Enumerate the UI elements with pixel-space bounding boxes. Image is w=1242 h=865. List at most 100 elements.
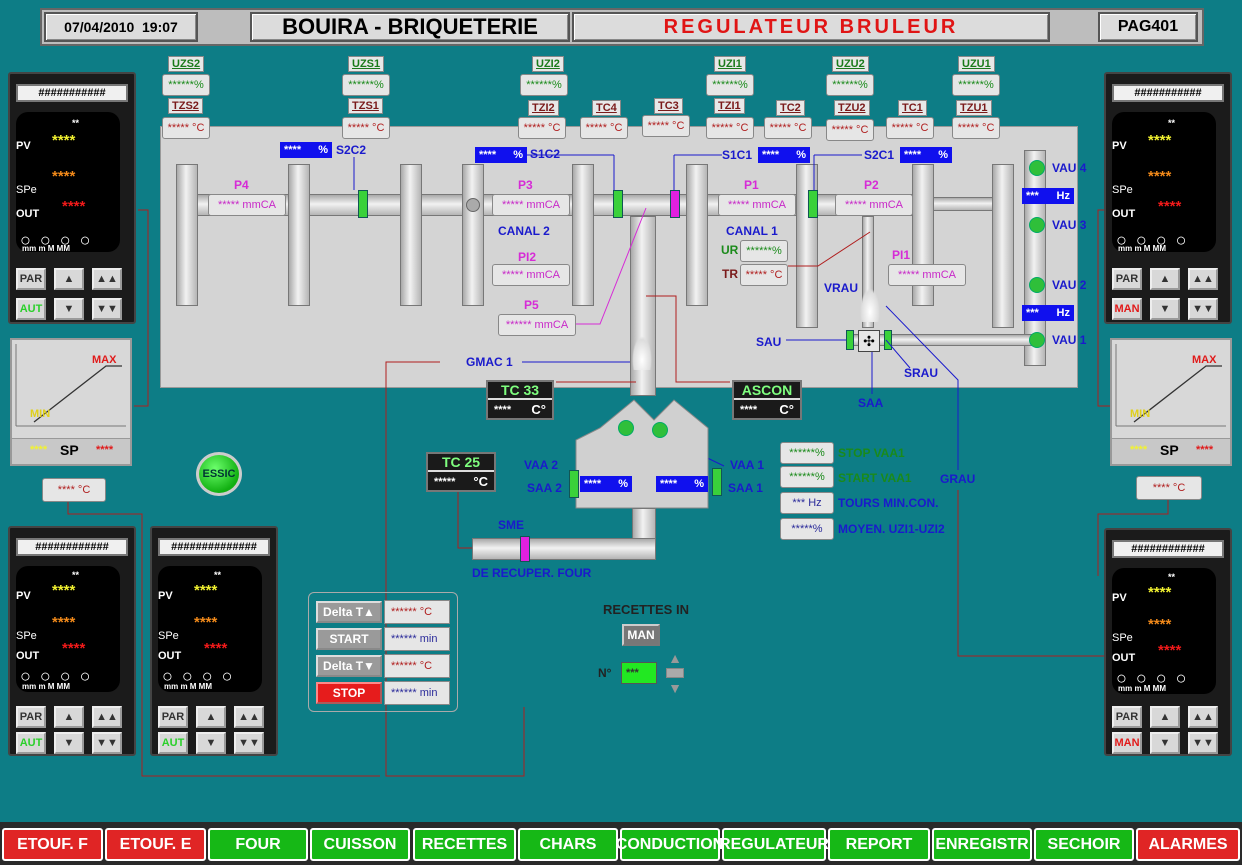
nav-cuisson[interactable]: CUISSON <box>310 828 410 861</box>
up-arrow-icon[interactable]: ▲ <box>1150 268 1180 290</box>
recettes-number-input[interactable]: *** <box>621 662 657 684</box>
valve-sme[interactable] <box>520 536 530 562</box>
pv-value: **** <box>52 132 76 149</box>
saa1-output[interactable]: ****% <box>656 476 708 492</box>
out-label: OUT <box>1112 208 1136 220</box>
tc33-display: TC 33 **** C° <box>486 380 554 420</box>
nav-report[interactable]: REPORT <box>828 828 930 861</box>
nav-four[interactable]: FOUR <box>208 828 308 861</box>
stop-button[interactable]: STOP <box>316 682 382 704</box>
fast-up-arrow-icon[interactable]: ▲▲ <box>92 268 122 290</box>
nav-sechoir[interactable]: SECHOIR <box>1034 828 1134 861</box>
param-value[interactable]: *** Hz <box>780 492 834 514</box>
controller-bottom-middle: ############## ** PV **** SPe **** OUT *… <box>150 526 278 756</box>
indicator: ** <box>1168 572 1176 582</box>
valve-saa2[interactable] <box>569 470 579 498</box>
recettes-title: RECETTES IN <box>603 602 689 617</box>
param-value[interactable]: ******% <box>780 442 834 464</box>
fan-vaa2-icon[interactable] <box>618 420 634 436</box>
essic-indicator[interactable]: ESSIC <box>196 452 242 496</box>
param-label: MOYEN. UZI1-UZI2 <box>838 522 945 536</box>
nav-etouf-f[interactable]: ETOUF. F <box>2 828 103 861</box>
up-arrow-icon[interactable]: ▲ <box>54 268 84 290</box>
fast-down-arrow-icon[interactable]: ▼▼ <box>1188 732 1218 754</box>
scale-labels: mm m M MM <box>22 682 70 691</box>
out-label: OUT <box>158 650 182 662</box>
par-button[interactable]: PAR <box>16 268 46 290</box>
param-label: TOURS MIN.CON. <box>838 496 939 510</box>
sp-value-1: **** <box>30 444 48 456</box>
nav-chars[interactable]: CHARS <box>518 828 618 861</box>
param-value[interactable]: *****% <box>780 518 834 540</box>
tc33-label: TC 33 <box>488 382 552 400</box>
param-value[interactable]: ******% <box>780 466 834 488</box>
spe-value: **** <box>52 168 76 185</box>
start-button[interactable]: START <box>316 628 382 650</box>
delta-t-down-value[interactable]: ****** °C <box>384 654 450 678</box>
indicator: ** <box>72 570 80 580</box>
fast-up-arrow-icon[interactable]: ▲▲ <box>234 706 264 728</box>
mode-button[interactable]: MAN <box>1112 298 1142 320</box>
fast-down-arrow-icon[interactable]: ▼▼ <box>92 732 122 754</box>
param-label: STOP VAA1 <box>838 446 905 460</box>
pv-value: **** <box>1148 132 1172 149</box>
spe-label: SPe <box>16 184 37 196</box>
scale-labels: mm m M MM <box>22 244 70 253</box>
equal-icon <box>666 668 684 678</box>
indicator: ** <box>214 570 222 580</box>
spe-label: SPe <box>16 630 37 642</box>
par-button[interactable]: PAR <box>1112 268 1142 290</box>
fast-down-arrow-icon[interactable]: ▼▼ <box>1188 298 1218 320</box>
par-button[interactable]: PAR <box>16 706 46 728</box>
sp-curve-right[interactable]: MAX MIN **** SP **** <box>1110 338 1232 466</box>
fast-up-arrow-icon[interactable]: ▲▲ <box>1188 268 1218 290</box>
fast-down-arrow-icon[interactable]: ▼▼ <box>234 732 264 754</box>
sp-curve-left[interactable]: MAX MIN **** SP **** <box>10 338 132 466</box>
mode-button[interactable]: MAN <box>1112 732 1142 754</box>
label-saa1: SAA 1 <box>728 481 763 495</box>
up-arrow-icon[interactable]: ▲ <box>1150 706 1180 728</box>
nav-alarmes[interactable]: ALARMES <box>1136 828 1240 861</box>
delta-t-up-button[interactable]: Delta T▲ <box>316 601 382 623</box>
temp-right-value[interactable]: **** °C <box>1136 476 1202 500</box>
nav-etouf-e[interactable]: ETOUF. E <box>105 828 206 861</box>
stop-value[interactable]: ****** min <box>384 681 450 705</box>
tc25-display: TC 25 ***** °C <box>426 452 496 492</box>
down-arrow-icon[interactable]: ▼ <box>1150 732 1180 754</box>
recettes-mode-button[interactable]: MAN <box>622 624 660 646</box>
fast-up-arrow-icon[interactable]: ▲▲ <box>92 706 122 728</box>
valve-saa1[interactable] <box>712 468 722 496</box>
temp-left-value[interactable]: **** °C <box>42 478 106 502</box>
arrow-down-icon[interactable]: ▼ <box>666 681 684 696</box>
par-button[interactable]: PAR <box>1112 706 1142 728</box>
saa2-output[interactable]: ****% <box>580 476 632 492</box>
sp-value-2: **** <box>1196 444 1214 456</box>
controller-bottom-right: ############ ** PV **** SPe **** OUT ***… <box>1104 528 1232 756</box>
down-arrow-icon[interactable]: ▼ <box>54 298 84 320</box>
out-label: OUT <box>1112 652 1136 664</box>
up-arrow-icon[interactable]: ▲ <box>196 706 226 728</box>
nav-conduction[interactable]: CONDUCTION <box>616 828 724 861</box>
mode-button[interactable]: AUT <box>16 732 46 754</box>
down-arrow-icon[interactable]: ▼ <box>54 732 84 754</box>
par-button[interactable]: PAR <box>158 706 188 728</box>
up-arrow-icon[interactable]: ▲ <box>54 706 84 728</box>
fast-up-arrow-icon[interactable]: ▲▲ <box>1188 706 1218 728</box>
label-vaa1: VAA 1 <box>730 458 765 472</box>
nav-recettes[interactable]: RECETTES <box>413 828 516 861</box>
mode-button[interactable]: AUT <box>16 298 46 320</box>
nav-enregistr[interactable]: ENREGISTR <box>932 828 1032 861</box>
delta-t-down-button[interactable]: Delta T▼ <box>316 655 382 677</box>
down-arrow-icon[interactable]: ▼ <box>1150 298 1180 320</box>
max-label: MAX <box>1192 354 1217 366</box>
fan-vaa1-icon[interactable] <box>652 422 668 438</box>
arrow-up-icon[interactable]: ▲ <box>666 651 684 666</box>
down-arrow-icon[interactable]: ▼ <box>196 732 226 754</box>
delta-t-up-value[interactable]: ****** °C <box>384 600 450 624</box>
pv-label: PV <box>16 590 31 602</box>
mode-button[interactable]: AUT <box>158 732 188 754</box>
start-value[interactable]: ****** min <box>384 627 450 651</box>
ascon-value: **** <box>740 403 758 416</box>
fast-down-arrow-icon[interactable]: ▼▼ <box>92 298 122 320</box>
nav-regulateur[interactable]: REGULATEUR <box>719 828 829 861</box>
